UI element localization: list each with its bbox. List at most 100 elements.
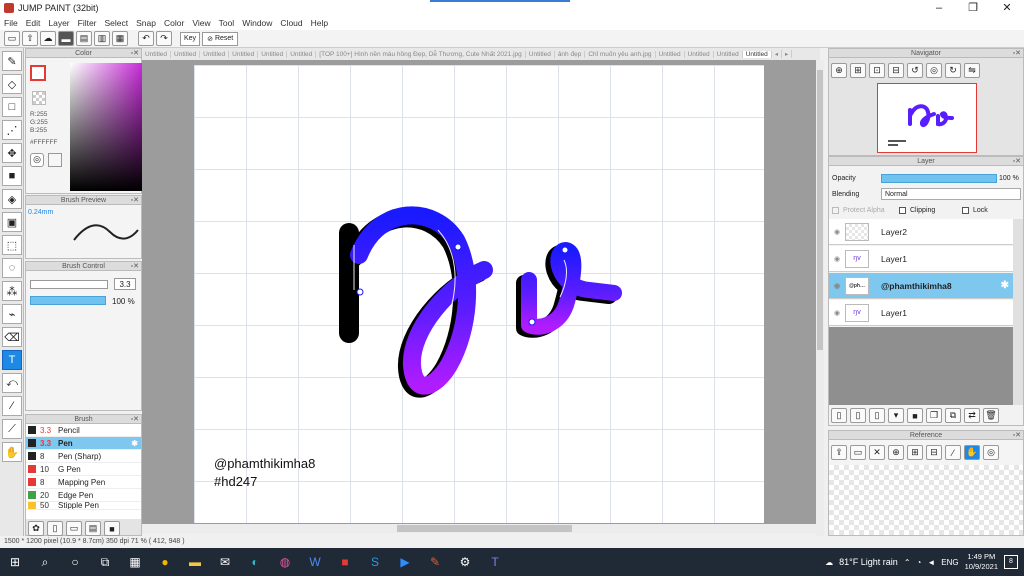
transparent-swatch[interactable] bbox=[32, 91, 46, 105]
jump-paint-icon[interactable]: ■ bbox=[330, 548, 360, 576]
menu-edit[interactable]: Edit bbox=[22, 18, 45, 28]
layer-folder-icon[interactable]: ■ bbox=[907, 408, 923, 423]
gradient-tool-icon[interactable]: ▣ bbox=[2, 212, 22, 232]
ref-zoom-in-icon[interactable]: ⊞ bbox=[907, 445, 923, 460]
color-mode-icon[interactable] bbox=[48, 153, 62, 167]
redo-icon[interactable]: ↷ bbox=[156, 31, 172, 46]
ref-rotate-icon[interactable]: ◎ bbox=[983, 445, 999, 460]
merge-layer-icon[interactable]: ⧉ bbox=[945, 408, 961, 423]
doc-tab[interactable]: Untitled bbox=[229, 50, 259, 58]
task-view-icon[interactable]: ⧉ bbox=[90, 548, 120, 576]
select-eraser-tool-icon[interactable]: ⌫ bbox=[2, 327, 22, 347]
brush-add-icon[interactable]: ▯ bbox=[47, 521, 63, 536]
menu-help[interactable]: Help bbox=[307, 18, 332, 28]
protect-alpha-option[interactable]: Protect Alpha bbox=[832, 207, 885, 214]
search-icon[interactable]: ⌕ bbox=[30, 548, 60, 576]
menu-view[interactable]: View bbox=[188, 18, 214, 28]
brush-item-edge-pen[interactable]: 20 Edge Pen bbox=[26, 489, 141, 502]
file-explorer-icon[interactable]: ▬ bbox=[180, 548, 210, 576]
save-as-icon[interactable]: ▤ bbox=[76, 31, 92, 46]
visibility-icon[interactable]: ◉ bbox=[829, 309, 845, 317]
panel-controls-icon[interactable]: ▫✕ bbox=[1013, 157, 1021, 166]
rect-tool-icon[interactable]: □ bbox=[2, 97, 22, 117]
cloud-icon[interactable]: ☁ bbox=[40, 31, 56, 46]
cortana-icon[interactable]: ○ bbox=[60, 548, 90, 576]
brush-import-icon[interactable]: ▤ bbox=[85, 521, 101, 536]
layer-copy-icon[interactable]: ❐ bbox=[926, 408, 942, 423]
canvas-area[interactable]: @phamthikimha8 #hd247 bbox=[142, 60, 816, 532]
new-layer-icon[interactable]: ▯ bbox=[831, 408, 847, 423]
gear-icon[interactable]: ✱ bbox=[131, 439, 138, 448]
menu-window[interactable]: Window bbox=[238, 18, 276, 28]
vertical-scrollbar[interactable] bbox=[816, 60, 824, 536]
layer-opacity-slider[interactable] bbox=[881, 174, 997, 183]
lock-checkbox[interactable] bbox=[962, 207, 969, 214]
teams-icon[interactable]: T bbox=[480, 548, 510, 576]
fill-rect-tool-icon[interactable]: ■ bbox=[2, 166, 22, 186]
speaker-icon[interactable]: ◄ bbox=[927, 558, 935, 567]
export-icon[interactable]: ▥ bbox=[94, 31, 110, 46]
panel-controls-icon[interactable]: ▫✕ bbox=[1013, 49, 1021, 58]
word-icon[interactable]: W bbox=[300, 548, 330, 576]
ref-zoom-out-icon[interactable]: ⊟ bbox=[926, 445, 942, 460]
maximize-button[interactable]: ❐ bbox=[956, 0, 990, 16]
eyedropper-alt-tool-icon[interactable]: ⟋ bbox=[2, 419, 22, 439]
doc-tab[interactable]: Untitled bbox=[287, 50, 317, 58]
close-button[interactable]: ✕ bbox=[990, 0, 1024, 16]
zoom-app-icon[interactable]: ▶ bbox=[390, 548, 420, 576]
panel-controls-icon[interactable]: ▫✕ bbox=[131, 49, 139, 58]
layer-move-icon[interactable]: ⇄ bbox=[964, 408, 980, 423]
brush-opacity-slider[interactable] bbox=[30, 296, 106, 305]
menu-snap[interactable]: Snap bbox=[132, 18, 160, 28]
layer-row-layer1[interactable]: ◉ ŋv Layer1 bbox=[829, 246, 1013, 272]
visibility-icon[interactable]: ◉ bbox=[829, 255, 845, 263]
brush-size-slider[interactable] bbox=[30, 280, 108, 289]
open-icon[interactable]: ⇧ bbox=[22, 31, 38, 46]
doc-tab[interactable]: Untitled bbox=[526, 50, 555, 58]
drawing-canvas[interactable]: @phamthikimha8 #hd247 bbox=[194, 65, 764, 523]
zoom-out-icon[interactable]: ⊟ bbox=[888, 63, 904, 78]
doc-tab[interactable]: [TOP 100+] Hình nền màu hồng Đẹp, Dễ Thư… bbox=[316, 50, 526, 58]
horizontal-scrollbar[interactable] bbox=[142, 524, 816, 533]
zoom-fit-icon[interactable]: ⊕ bbox=[831, 63, 847, 78]
new-layer-alt-icon[interactable]: ▯ bbox=[850, 408, 866, 423]
move-tool-icon[interactable]: ✥ bbox=[2, 143, 22, 163]
tab-scroll-left-icon[interactable]: ◂ bbox=[772, 50, 783, 58]
weather-text[interactable]: 81°F Light rain bbox=[839, 557, 898, 567]
color-wheel-icon[interactable]: ◎ bbox=[30, 153, 44, 167]
brush-folder-icon[interactable]: ■ bbox=[104, 521, 120, 536]
doc-tab[interactable]: Untitled bbox=[656, 50, 685, 58]
doc-tab[interactable]: Chỉ muốn yêu anh.jpg bbox=[585, 50, 656, 58]
ref-hand-icon[interactable]: ✋ bbox=[964, 445, 980, 460]
skype-icon[interactable]: S bbox=[360, 548, 390, 576]
undo-icon[interactable]: ↶ bbox=[138, 31, 154, 46]
notification-badge[interactable]: 8 bbox=[1004, 555, 1018, 569]
reference-canvas[interactable] bbox=[829, 465, 1023, 535]
visibility-icon[interactable]: ◉ bbox=[829, 282, 845, 290]
edge-icon[interactable]: ◐ bbox=[240, 548, 270, 576]
layer-row-layer2[interactable]: ◉ Layer2 bbox=[829, 219, 1013, 245]
panel-controls-icon[interactable]: ▫✕ bbox=[131, 262, 139, 271]
brush-item-mapping-pen[interactable]: 8 Mapping Pen bbox=[26, 476, 141, 489]
rotate-left-icon[interactable]: ↺ bbox=[907, 63, 923, 78]
language-indicator[interactable]: ENG bbox=[941, 558, 958, 567]
mail-icon[interactable]: ✉ bbox=[210, 548, 240, 576]
brush-item-g-pen[interactable]: 10 G Pen bbox=[26, 463, 141, 476]
brush-settings-icon[interactable]: ✿ bbox=[28, 521, 44, 536]
bucket-tool-icon[interactable]: ◈ bbox=[2, 189, 22, 209]
eyedropper-tool-icon[interactable]: ⁄ bbox=[2, 396, 22, 416]
horizontal-scroll-thumb[interactable] bbox=[397, 525, 572, 532]
select-pen-tool-icon[interactable]: ⌁ bbox=[2, 304, 22, 324]
messenger-icon[interactable]: ◍ bbox=[270, 548, 300, 576]
reset-button[interactable]: ⊘ Reset bbox=[202, 31, 239, 46]
menu-file[interactable]: File bbox=[0, 18, 22, 28]
ref-open-icon[interactable]: ▭ bbox=[850, 445, 866, 460]
panel-controls-icon[interactable]: ▫✕ bbox=[131, 415, 139, 424]
select-rect-tool-icon[interactable]: ⬚ bbox=[2, 235, 22, 255]
flip-icon[interactable]: ⇋ bbox=[964, 63, 980, 78]
magic-wand-tool-icon[interactable]: ⁂ bbox=[2, 281, 22, 301]
menu-layer[interactable]: Layer bbox=[44, 18, 73, 28]
menu-filter[interactable]: Filter bbox=[74, 18, 101, 28]
brush-item-pen[interactable]: 3.3 Pen ✱ bbox=[26, 437, 141, 450]
ref-eyedropper-icon[interactable]: ⁄ bbox=[945, 445, 961, 460]
